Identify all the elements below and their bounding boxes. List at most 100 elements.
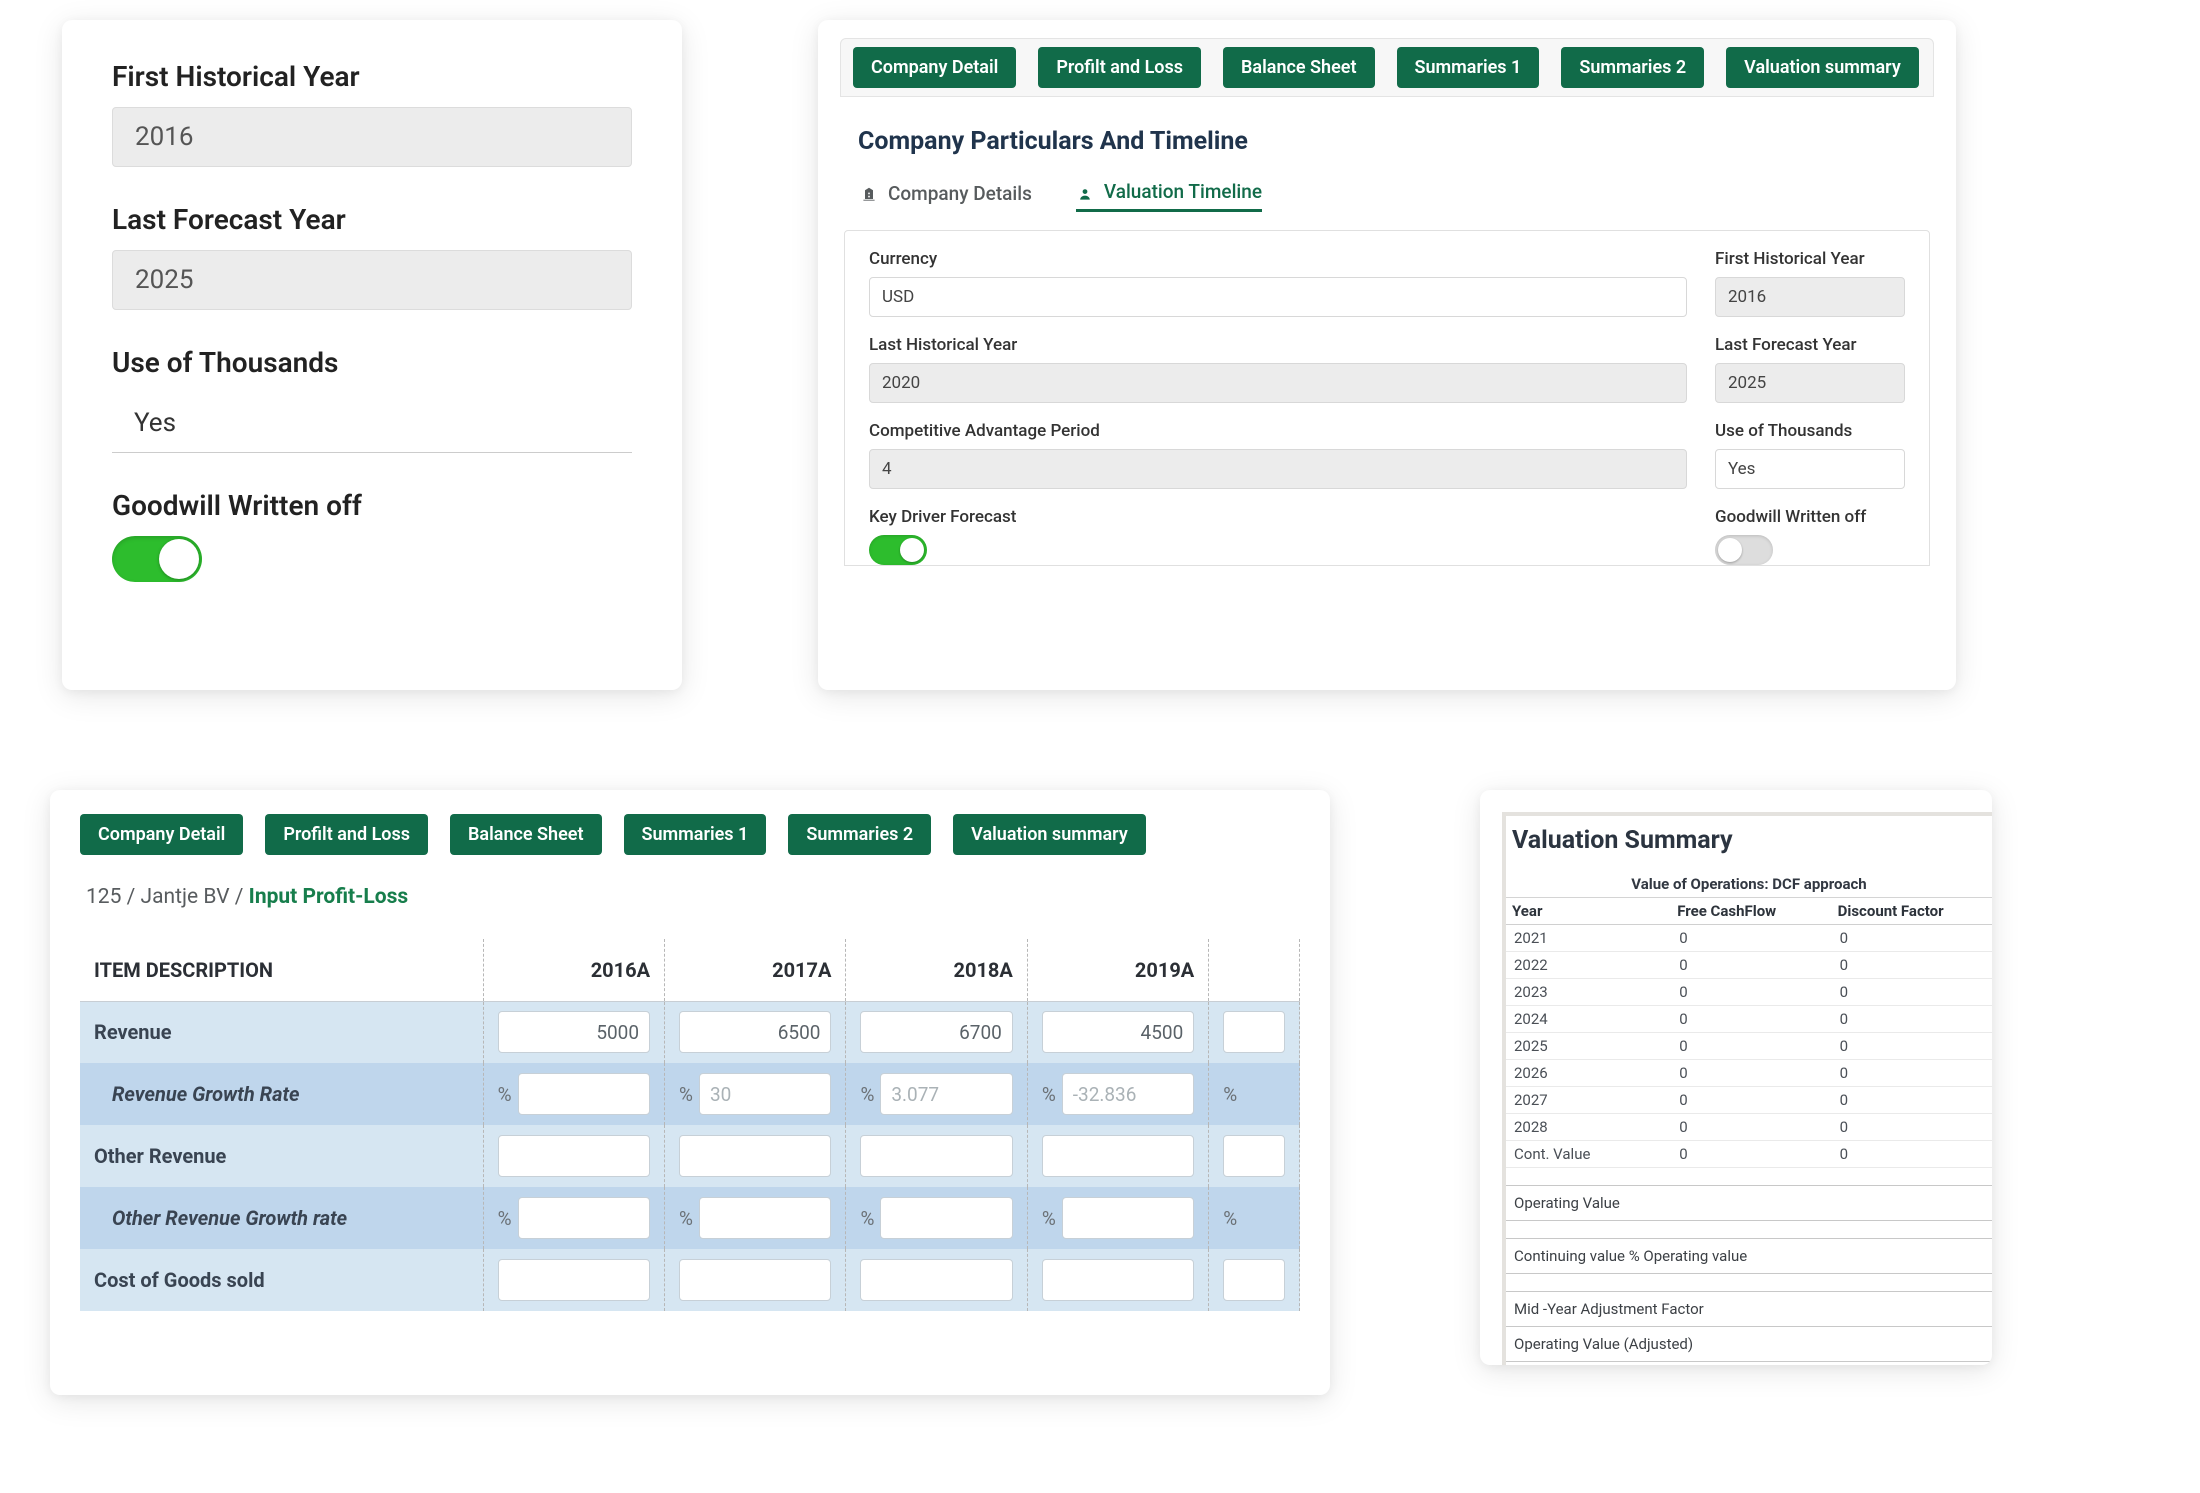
other-rev-growth-2016[interactable] bbox=[518, 1197, 650, 1239]
cap-input[interactable]: 4 bbox=[869, 449, 1687, 489]
revenue-2018[interactable] bbox=[860, 1011, 1012, 1053]
vs-df: 0 bbox=[1832, 1006, 1992, 1033]
pct-label: % bbox=[860, 1083, 874, 1106]
other-rev-growth-2017[interactable] bbox=[699, 1197, 831, 1239]
rev-growth-label: Revenue Growth Rate bbox=[80, 1063, 483, 1125]
last-forecast-label: Last Forecast Year bbox=[112, 203, 632, 236]
subtab-valuation-timeline[interactable]: Valuation Timeline bbox=[1076, 180, 1262, 212]
revenue-2019[interactable] bbox=[1042, 1011, 1194, 1053]
breadcrumb-seg-3: Input Profit-Loss bbox=[249, 885, 409, 909]
vs-summary-row: Mid -Year Adjustment Factor bbox=[1506, 1292, 1992, 1327]
rev-growth-2019[interactable] bbox=[1062, 1073, 1194, 1115]
table-row: 202600 bbox=[1506, 1060, 1992, 1087]
kdf-label: Key Driver Forecast bbox=[869, 507, 1687, 527]
pl-tab-summaries-2[interactable]: Summaries 2 bbox=[788, 814, 931, 855]
profit-loss-card: Company Detail Profilt and Loss Balance … bbox=[50, 790, 1330, 1395]
tab-summaries-1[interactable]: Summaries 1 bbox=[1397, 47, 1540, 88]
other-rev-label: Other Revenue bbox=[80, 1125, 483, 1187]
vs-year: Cont. Value bbox=[1506, 1141, 1671, 1168]
other-rev-growth-2019[interactable] bbox=[1062, 1197, 1194, 1239]
cogs-extra[interactable] bbox=[1223, 1259, 1285, 1301]
other-rev-2016[interactable] bbox=[498, 1135, 650, 1177]
use-thousands-input-r[interactable]: Yes bbox=[1715, 449, 1905, 489]
last-forecast-input[interactable]: 2025 bbox=[112, 250, 632, 310]
use-thousands-input[interactable] bbox=[112, 393, 632, 453]
goodwill-toggle-r[interactable] bbox=[1715, 535, 1773, 565]
last-hist-input[interactable]: 2020 bbox=[869, 363, 1687, 403]
cap-label: Competitive Advantage Period bbox=[869, 421, 1687, 441]
form-left-col: Currency USD Last Historical Year 2020 C… bbox=[869, 249, 1687, 565]
subtab-company-details-label: Company Details bbox=[888, 182, 1032, 205]
pl-tab-balance-sheet[interactable]: Balance Sheet bbox=[450, 814, 602, 855]
tab-summaries-2[interactable]: Summaries 2 bbox=[1561, 47, 1704, 88]
last-hist-label: Last Historical Year bbox=[869, 335, 1687, 355]
cogs-2019[interactable] bbox=[1042, 1259, 1194, 1301]
tab-company-detail[interactable]: Company Detail bbox=[853, 47, 1016, 88]
pl-h-2019: 2019A bbox=[1027, 939, 1208, 1001]
building-icon bbox=[860, 185, 878, 201]
first-hist-input[interactable]: 2016 bbox=[112, 107, 632, 167]
table-row: 202500 bbox=[1506, 1033, 1992, 1060]
rev-growth-2016[interactable] bbox=[518, 1073, 650, 1115]
vs-fcf: 0 bbox=[1671, 1033, 1831, 1060]
vs-table: Value of Operations: DCF approach Year F… bbox=[1506, 871, 1992, 1362]
vs-year: 2026 bbox=[1506, 1060, 1671, 1087]
kdf-toggle[interactable] bbox=[869, 535, 927, 565]
other-rev-extra[interactable] bbox=[1223, 1135, 1285, 1177]
cogs-2018[interactable] bbox=[860, 1259, 1012, 1301]
breadcrumb-seg-2[interactable]: Jantje BV bbox=[141, 885, 230, 909]
pct-label: % bbox=[1223, 1083, 1237, 1106]
pl-tabbar: Company Detail Profilt and Loss Balance … bbox=[80, 814, 1300, 877]
tab-valuation-summary[interactable]: Valuation summary bbox=[1726, 47, 1919, 88]
cogs-2017[interactable] bbox=[679, 1259, 831, 1301]
table-row: 202800 bbox=[1506, 1114, 1992, 1141]
first-hist-label-r: First Historical Year bbox=[1715, 249, 1905, 269]
subtab-valuation-timeline-label: Valuation Timeline bbox=[1104, 180, 1262, 203]
breadcrumb-seg-1[interactable]: 125 bbox=[86, 885, 121, 909]
table-row: 202300 bbox=[1506, 979, 1992, 1006]
last-forecast-input-r[interactable]: 2025 bbox=[1715, 363, 1905, 403]
pl-tab-summaries-1[interactable]: Summaries 1 bbox=[624, 814, 767, 855]
vs-sum-0: Operating Value bbox=[1506, 1186, 1992, 1221]
currency-input[interactable]: USD bbox=[869, 277, 1687, 317]
table-row-cogs: Cost of Goods sold bbox=[80, 1249, 1300, 1311]
tab-profit-loss[interactable]: Profilt and Loss bbox=[1038, 47, 1201, 88]
vs-fcf: 0 bbox=[1671, 1060, 1831, 1087]
use-thousands-label: Use of Thousands bbox=[112, 346, 632, 379]
vs-h-year: Year bbox=[1506, 898, 1671, 925]
tab-balance-sheet[interactable]: Balance Sheet bbox=[1223, 47, 1375, 88]
vs-df: 0 bbox=[1832, 1087, 1992, 1114]
revenue-2017[interactable] bbox=[679, 1011, 831, 1053]
pl-h-2017: 2017A bbox=[665, 939, 846, 1001]
pct-label: % bbox=[1042, 1083, 1056, 1106]
vs-h-fcf: Free CashFlow bbox=[1671, 898, 1831, 925]
other-rev-2019[interactable] bbox=[1042, 1135, 1194, 1177]
vs-summary-row: Continuing value % Operating value bbox=[1506, 1239, 1992, 1274]
vs-df: 0 bbox=[1832, 925, 1992, 952]
goodwill-toggle[interactable] bbox=[112, 536, 202, 582]
vs-df: 0 bbox=[1832, 1114, 1992, 1141]
subtab-company-details[interactable]: Company Details bbox=[860, 180, 1032, 212]
pl-tab-company-detail[interactable]: Company Detail bbox=[80, 814, 243, 855]
pct-label: % bbox=[1223, 1207, 1237, 1230]
timeline-mini-card: First Historical Year 2016 Last Forecast… bbox=[62, 20, 682, 690]
pl-tab-profit-loss[interactable]: Profilt and Loss bbox=[265, 814, 428, 855]
rev-growth-2018[interactable] bbox=[880, 1073, 1012, 1115]
rev-growth-2017[interactable] bbox=[699, 1073, 831, 1115]
vs-df: 0 bbox=[1832, 1141, 1992, 1168]
company-particulars-card: Company Detail Profilt and Loss Balance … bbox=[818, 20, 1956, 690]
other-rev-growth-2018[interactable] bbox=[880, 1197, 1012, 1239]
table-row: Cont. Value00 bbox=[1506, 1141, 1992, 1168]
pl-tab-valuation-summary[interactable]: Valuation summary bbox=[953, 814, 1146, 855]
cogs-2016[interactable] bbox=[498, 1259, 650, 1301]
pct-label: % bbox=[498, 1207, 512, 1230]
other-rev-2018[interactable] bbox=[860, 1135, 1012, 1177]
first-hist-input-r[interactable]: 2016 bbox=[1715, 277, 1905, 317]
revenue-2016[interactable] bbox=[498, 1011, 650, 1053]
vs-sum-3: Operating Value (Adjusted) bbox=[1506, 1327, 1992, 1362]
valuation-summary-card: Valuation Summary Value of Operations: D… bbox=[1480, 790, 1992, 1365]
other-rev-2017[interactable] bbox=[679, 1135, 831, 1177]
revenue-extra[interactable] bbox=[1223, 1011, 1285, 1053]
form-right-col: First Historical Year 2016 Last Forecast… bbox=[1715, 249, 1905, 565]
pct-label: % bbox=[498, 1083, 512, 1106]
